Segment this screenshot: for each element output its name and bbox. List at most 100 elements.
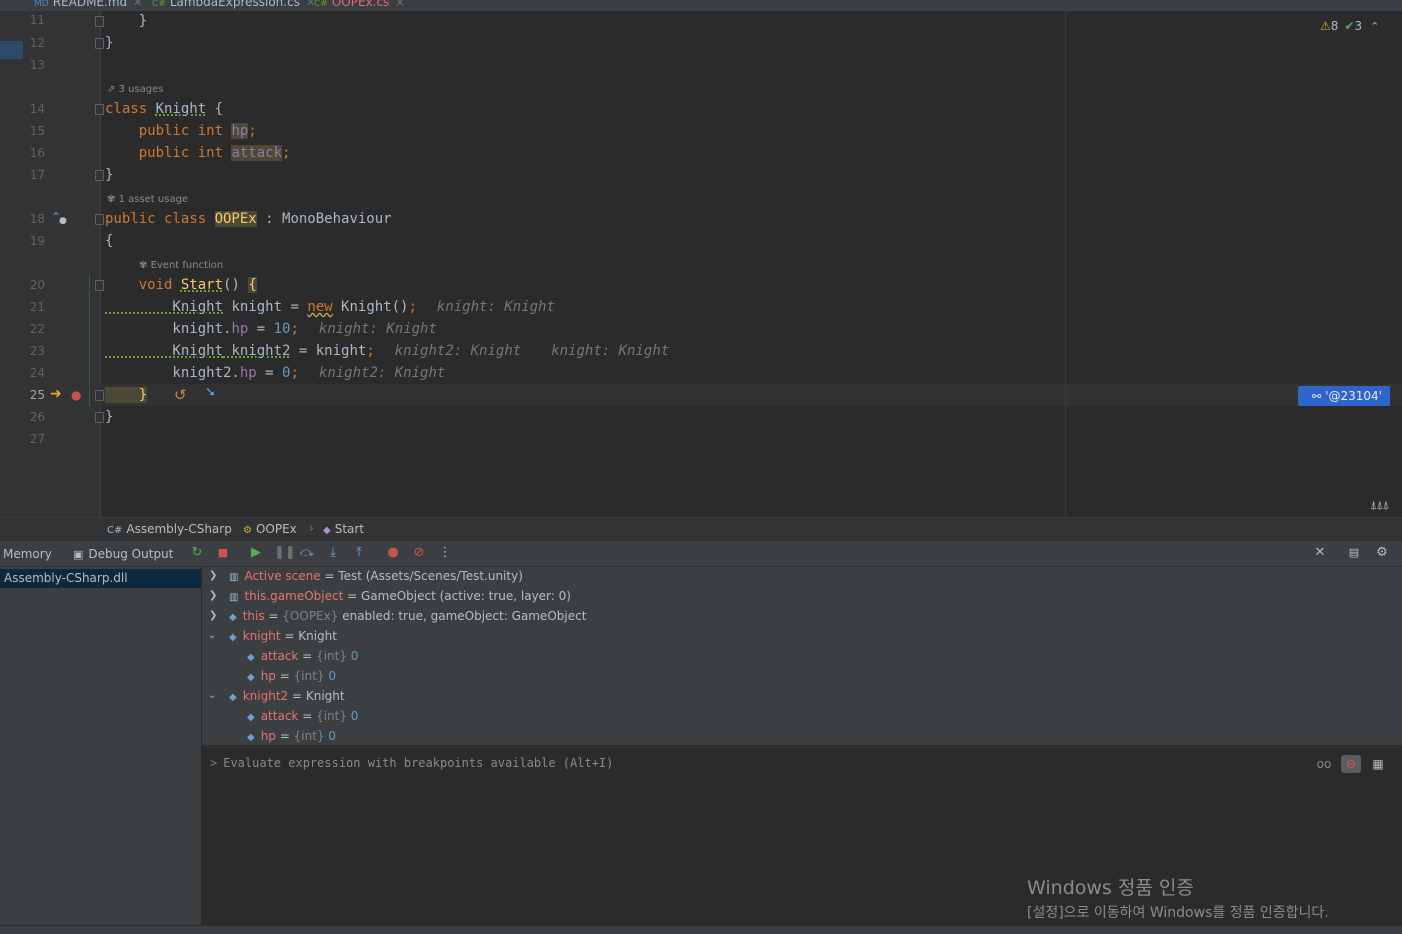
frame-item-selected[interactable]: Assembly-CSharp.dll [0,569,201,588]
pause-icon[interactable]: ❚❚ [274,545,296,561]
variable-row[interactable]: ◆ knight2 = Knight [229,689,345,703]
code-line: public int hp; [105,123,257,139]
tab-memory[interactable]: Memory [3,547,52,561]
variable-icon: ◆ [229,632,237,643]
code-line: } [105,167,114,183]
evaluate-expression-input[interactable]: > Evaluate expression with breakpoints av… [210,756,613,770]
layout-icon[interactable]: ▤ [1346,545,1362,561]
variable-row[interactable]: ◆ attack = {int} 0 [247,649,358,663]
scene-icon: ▥ [229,572,239,583]
line-number: 18 [29,212,45,226]
chevron-down-icon[interactable]: ⌄ [208,630,216,641]
code-line: knight.hp = 10; knight: Knight [105,321,437,337]
fold-marker[interactable] [95,170,104,181]
fold-marker[interactable] [95,280,104,291]
unity-icon[interactable]: ● [59,216,67,226]
code-line: public int attack; [105,145,291,161]
variable-row[interactable]: ◆ this = {OOPEx} enabled: true, gameObjec… [229,609,586,623]
tab-oopex[interactable]: C# OOPEx.cs ✕ [314,0,405,11]
fold-marker[interactable] [95,214,104,225]
stop-on-breakpoint-icon[interactable]: ⊖ [1341,755,1361,773]
variable-row[interactable]: ◆ hp = {int} 0 [247,669,336,683]
csharp-file-icon: C# [314,0,328,9]
code-line: } [105,35,114,51]
fold-marker[interactable] [95,390,104,401]
run-to-cursor-icon[interactable]: ➘ [205,385,216,400]
close-icon[interactable]: ✕ [1312,545,1328,561]
chevron-up-icon[interactable]: ⌃ [1370,20,1379,33]
rerun-icon[interactable]: ↻ [189,545,205,561]
breadcrumb-item-assembly[interactable]: C# Assembly-CSharp [107,522,232,536]
inspection-widget[interactable]: ⚠8 ✔3 ⌃ [1320,19,1379,33]
variable-row[interactable]: ▥ this.gameObject = GameObject (active: t… [229,589,571,603]
code-line: public class OOPEx : MonoBehaviour [105,211,392,227]
line-number-current: 25 [29,388,45,402]
line-number: 22 [29,322,45,336]
class-icon: ⚙ [243,525,252,536]
fold-marker[interactable] [95,16,104,27]
view-breakpoints-icon[interactable]: ● [385,545,401,561]
variable-icon: ◆ [229,612,237,623]
step-back-icon[interactable]: ↺ [174,386,187,404]
line-number: 17 [29,168,45,182]
reader-mode-icon[interactable]: ⍋⍋⍋ [1370,498,1390,513]
gear-icon[interactable]: ⚙ [1374,545,1390,561]
breadcrumb-item-class[interactable]: ⚙ OOPEx [243,522,297,536]
method-icon: ◆ [323,525,331,536]
code-line: Knight knight = new Knight(); knight: Kni… [105,299,555,315]
chevron-right-icon[interactable]: ❯ [209,590,217,601]
line-number: 26 [29,410,45,424]
close-icon[interactable]: ✕ [395,0,404,9]
code-line: void Start() { [105,277,257,293]
prompt-icon: > [210,756,218,770]
tab-debug-output[interactable]: ▣ Debug Output [73,547,173,561]
gameobject-icon: ▥ [229,592,239,603]
watch-glasses-icon[interactable]: oo [1314,755,1334,773]
breadcrumb: C# Assembly-CSharp ⚙ OOPEx › ◆ Start [0,517,1402,541]
step-into-icon[interactable]: ⤓ [325,545,341,561]
field-icon: ◆ [247,732,255,743]
mute-breakpoints-icon[interactable]: ⊘ [411,545,427,561]
tool-window-strip [0,11,23,517]
step-over-icon[interactable]: ⤼ [299,545,315,561]
close-icon[interactable]: ✕ [133,0,142,9]
tab-readme[interactable]: MD README.md ✕ [34,0,142,11]
more-options-icon[interactable]: ⋮ [437,545,453,561]
field-icon: ◆ [247,672,255,683]
chevron-right-icon[interactable]: ❯ [209,570,217,581]
usages-icon: ⇗ [107,84,119,95]
variable-row[interactable]: ◆ knight = Knight [229,629,337,643]
current-line-highlight [100,384,1402,406]
tab-lambda-expression[interactable]: C# LambdaExpression.cs ✕ [152,0,315,11]
warning-icon: ⚠ [1320,19,1331,33]
variable-icon: ◆ [229,692,237,703]
line-number: 11 [29,13,45,27]
breakpoint-icon[interactable]: ● [71,388,81,402]
editor-tabs: MD README.md ✕ C# LambdaExpression.cs ✕ C# OO… [0,0,1402,11]
line-number: 21 [29,300,45,314]
unity-icon: ✾ [139,260,151,271]
code-editor[interactable]: 11 12 13 14 15 16 17 18 19 20 21 22 23 2… [0,11,1402,517]
line-number: 15 [29,124,45,138]
event-function-lens[interactable]: ✾ Event function [139,260,223,271]
breadcrumb-item-method[interactable]: ◆ Start [323,522,364,536]
object-id-badge[interactable]: ⚯ '@23104' [1298,386,1390,406]
chevron-right-icon: › [309,521,314,535]
resume-icon[interactable]: ▶ [248,545,264,561]
fold-marker[interactable] [95,104,104,115]
inlay-value-hint: knight2: Knight [318,365,446,381]
stop-icon[interactable]: ■ [215,545,231,561]
step-out-icon[interactable]: ⤒ [351,545,367,561]
inlay-value-hint: knight: Knight [318,321,437,337]
variable-row[interactable]: ◆ hp = {int} 0 [247,729,336,743]
inlay-value-hint: knight: Knight [436,299,555,315]
variable-row[interactable]: ▥ Active scene = Test (Assets/Scenes/Test… [229,569,523,583]
chevron-right-icon[interactable]: ❯ [209,610,217,621]
calculator-icon[interactable]: ▦ [1368,755,1388,773]
variable-row[interactable]: ◆ attack = {int} 0 [247,709,358,723]
asset-usage-lens[interactable]: ✾ 1 asset usage [107,194,188,205]
fold-marker[interactable] [95,38,104,49]
chevron-down-icon[interactable]: ⌄ [208,690,216,701]
fold-marker[interactable] [95,412,104,423]
usages-lens[interactable]: ⇗ 3 usages [107,84,164,95]
